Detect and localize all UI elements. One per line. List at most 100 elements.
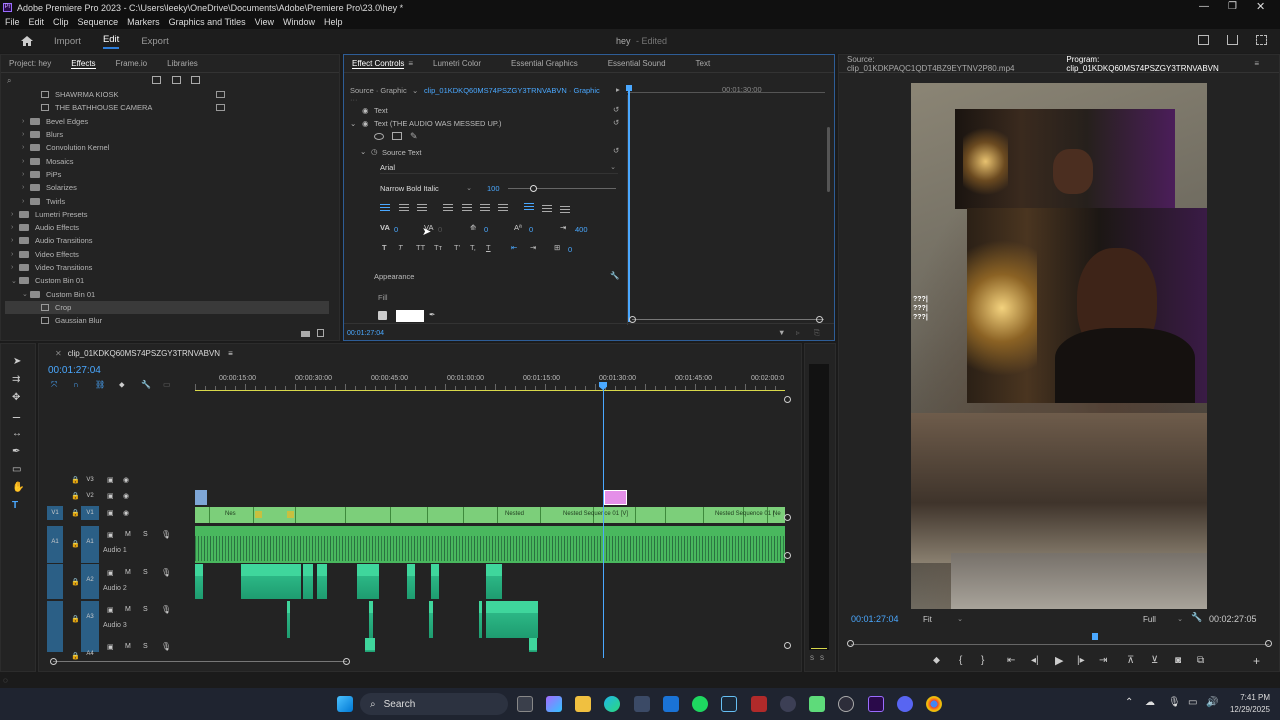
yuv-effects-icon[interactable] [191,76,200,84]
solo-button[interactable]: S [143,569,148,576]
program-timecode[interactable]: 00:01:27:04 [851,614,899,624]
file-explorer-icon[interactable] [575,696,591,712]
lock-icon[interactable]: 🔒 [71,578,80,586]
lift-icon[interactable]: ⊼ [1127,655,1134,666]
hscroll-left-handle[interactable] [50,658,57,665]
track-label-a4[interactable]: A4 [81,638,99,657]
effects-tree-item[interactable]: ⌄ Custom Bin 01 [5,274,329,287]
lock-icon[interactable]: 🔒 [71,476,80,484]
solo-button[interactable]: S [143,531,148,538]
track-label-v2[interactable]: V2 [81,489,99,503]
taskbar-date[interactable]: 12/29/2025 [1222,705,1270,714]
clip-edge[interactable] [209,507,210,523]
sync-lock-icon[interactable]: ▣ [107,492,114,500]
underline-icon[interactable]: T [486,243,491,252]
justify-left-icon[interactable] [443,204,453,212]
chevron-right-icon[interactable]: › [22,144,30,151]
tab-effect-controls[interactable]: Effect Controls [352,59,405,69]
timeline-zoom-handle[interactable] [784,396,791,403]
font-style-dropdown[interactable]: Narrow Bold Italic ⌄ [380,182,474,194]
effects-tree-item[interactable]: SHAWRMA KIOSK [5,88,329,101]
source-patch-a1[interactable]: A1 [47,526,63,563]
effects-tree-item[interactable]: › Blurs [5,128,329,141]
solo-button[interactable]: S [143,606,148,613]
menu-graphics[interactable]: Graphics and Titles [169,17,246,27]
onedrive-icon[interactable]: ☁ [1145,697,1155,708]
scrubber-left-handle[interactable] [847,640,854,647]
clip-edge[interactable] [497,507,498,523]
menu-sequence[interactable]: Sequence [78,17,119,27]
clip-edge[interactable] [540,507,541,523]
clip-edge[interactable] [390,507,391,523]
reset-icon[interactable]: ↺ [613,118,619,127]
menu-edit[interactable]: Edit [29,17,45,27]
network-icon[interactable]: ▭ [1188,697,1197,708]
leading-value[interactable]: 0 [484,225,488,234]
windows-start-icon[interactable] [337,696,353,712]
menu-help[interactable]: Help [324,17,343,27]
pen-tool-icon[interactable]: ✒ [12,446,20,457]
chrome-icon[interactable] [926,696,942,712]
track-label-a2[interactable]: A2 [81,564,99,599]
baseline-shift-icon[interactable]: Aª [514,223,522,232]
font-size-slider-thumb[interactable] [530,185,537,192]
a2-clip[interactable] [195,564,203,599]
discord-icon[interactable] [897,696,913,712]
program-scrubber[interactable] [851,644,1269,645]
chevron-right-icon[interactable]: › [11,224,19,231]
mute-button[interactable]: M [125,643,131,650]
toggle-audio-loop-icon[interactable]: ⎘ [814,328,820,338]
filter-icon[interactable]: ▼ [778,328,785,337]
a2-clip[interactable] [303,564,313,599]
minimize-button[interactable]: — [1199,1,1209,12]
effects-tree-item[interactable]: ⌄ Custom Bin 01 [5,287,329,300]
microphone-icon[interactable]: 🎙 [161,530,171,539]
tab-program-monitor[interactable]: Program: clip_01KDKQ60MS74PSZGY3TRNVABVN [1066,55,1248,73]
align-bottom-icon[interactable] [560,206,570,214]
eye-icon[interactable]: ◉ [123,492,129,500]
justify-right-icon[interactable] [480,204,490,212]
clip-edge[interactable] [463,507,464,523]
chevron-right-icon[interactable]: › [22,184,30,191]
play-only-audio-icon[interactable]: ▸ [616,85,620,94]
tsume-icon[interactable]: ⊞ [554,243,560,252]
panel-menu-icon[interactable]: ≡ [228,349,233,358]
accelerated-effects-icon[interactable] [152,76,161,84]
ltr-text-icon[interactable]: ⇤ [511,243,517,252]
all-caps-icon[interactable]: TT [416,243,425,252]
selection-tool-icon[interactable]: ➤ [13,356,21,367]
clip-edge[interactable] [635,507,636,523]
copilot-icon[interactable] [546,696,562,712]
a2-clip[interactable] [241,564,301,599]
panel-menu-icon[interactable]: ≡ [1254,59,1259,68]
source-patch-a2[interactable] [47,564,63,599]
chevron-right-icon[interactable]: › [22,131,30,138]
vscroll-handle-top[interactable] [784,514,791,521]
maximize-button[interactable]: ❐ [1228,1,1237,12]
tab-import[interactable]: Import [54,36,81,47]
go-to-out-icon[interactable]: ⇥ [1099,655,1107,666]
timeline-hscroll[interactable] [53,661,347,662]
tsume-value[interactable]: 0 [568,245,572,254]
align-center-icon[interactable] [399,204,409,212]
captions-icon[interactable]: ▭ [163,380,171,389]
ec-playhead-handle[interactable] [626,85,632,91]
slip-tool-icon[interactable]: ↔ [12,428,22,439]
source-patch-a3[interactable] [47,601,63,638]
program-playhead[interactable] [1092,633,1098,640]
tab-width-value[interactable]: 400 [575,225,588,234]
fill-color-swatch[interactable] [396,310,424,322]
ec-zoom-right-handle[interactable] [816,316,823,323]
kerning-icon[interactable]: VA [380,223,390,232]
effects-tree-item[interactable]: Crop [5,300,329,315]
delete-icon[interactable] [317,329,324,337]
tab-project[interactable]: Project: hey [9,59,51,68]
a2-clip[interactable] [357,564,379,599]
stopwatch-icon[interactable]: ◷ [371,147,378,156]
step-back-icon[interactable]: ◂| [1031,655,1039,666]
chevron-right-icon[interactable]: › [22,198,30,205]
time-ruler[interactable]: 00:00:15:00 00:00:30:00 00:00:45:00 00:01:0… [195,370,785,390]
clip-edge[interactable] [703,507,704,523]
chevron-right-icon[interactable]: › [22,118,30,125]
pen-mask-icon[interactable]: ✎ [410,131,418,142]
